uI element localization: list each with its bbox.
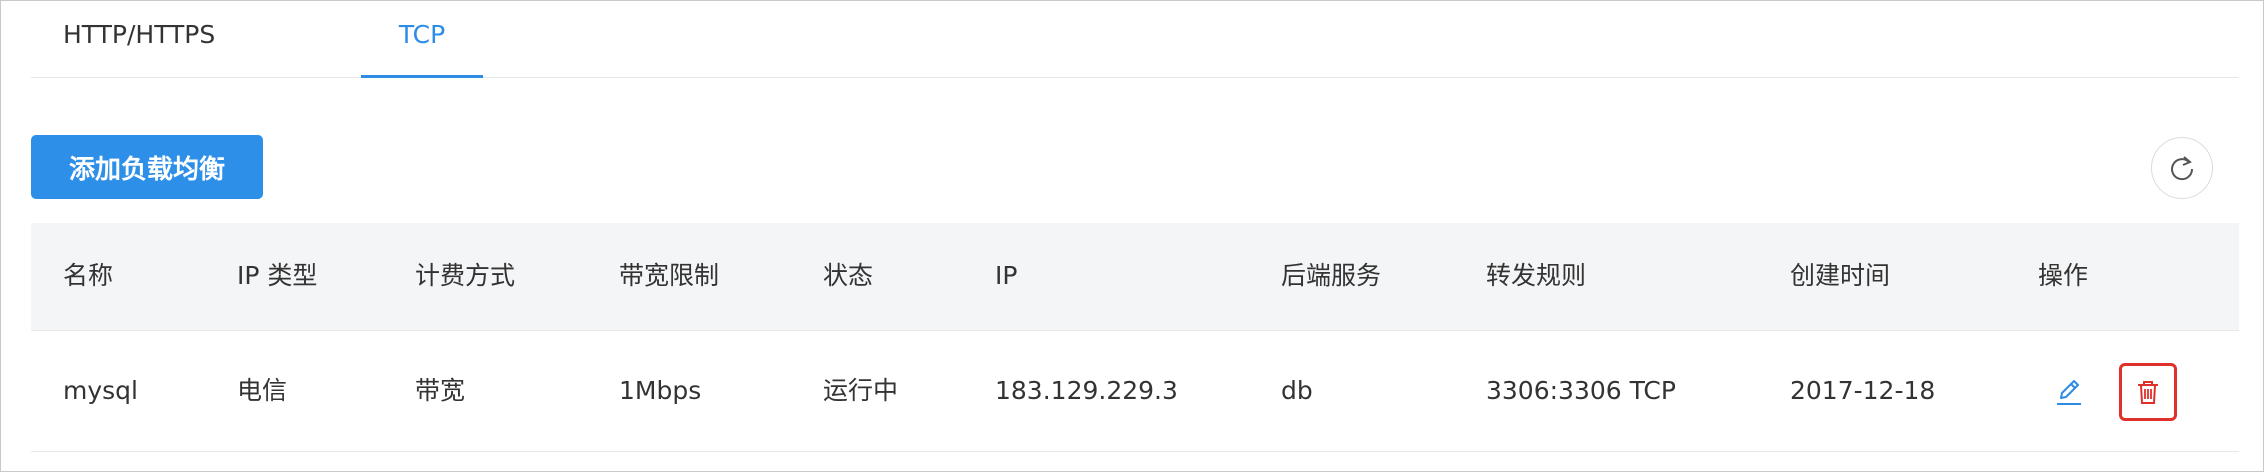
add-load-balancer-button[interactable]: 添加负载均衡 [31, 135, 263, 199]
column-header-ip: IP [995, 261, 1018, 290]
column-header-created-time: 创建时间 [1790, 261, 1891, 290]
forward-rule-value: 3306:3306 TCP [1486, 376, 1676, 405]
delete-icon [2138, 381, 2158, 404]
lb-name-link[interactable]: mysql [63, 375, 138, 407]
column-header-billing: 计费方式 [415, 261, 516, 290]
tab-bar: HTTP/HTTPS TCP [31, 1, 2239, 78]
table-header: 名称 IP 类型 计费方式 带宽限制 状态 IP 后端服务 转发规则 创建时间 … [31, 223, 2239, 331]
column-header-ip-type: IP 类型 [237, 261, 318, 290]
delete-button[interactable] [2119, 363, 2177, 421]
column-header-forward-rule: 转发规则 [1486, 261, 1587, 290]
tab-http-https[interactable]: HTTP/HTTPS [63, 19, 215, 51]
column-header-name: 名称 [63, 261, 114, 290]
created-time-value: 2017-12-18 [1790, 376, 1936, 405]
table-row: mysql 电信 带宽 1Mbps 运行中 183.129.229.3 db 3… [31, 331, 2239, 452]
billing-value: 带宽 [415, 376, 466, 405]
ip-value: 183.129.229.3 [995, 376, 1178, 405]
bandwidth-value: 1Mbps [619, 376, 702, 405]
edit-icon [2057, 380, 2081, 405]
column-header-actions: 操作 [2038, 261, 2089, 290]
ip-type-value: 电信 [237, 376, 288, 405]
tab-tcp[interactable]: TCP [361, 19, 483, 78]
edit-button[interactable] [2051, 373, 2087, 409]
column-header-status: 状态 [823, 261, 874, 290]
lb-panel: HTTP/HTTPS TCP 添加负载均衡 名称 IP 类型 计费方式 带宽限制… [0, 0, 2264, 472]
column-header-backend: 后端服务 [1281, 261, 1382, 290]
refresh-icon [2171, 156, 2194, 181]
status-value: 运行中 [823, 376, 899, 405]
backend-value: db [1281, 376, 1313, 405]
refresh-button[interactable] [2151, 137, 2213, 199]
column-header-bandwidth: 带宽限制 [619, 261, 720, 290]
